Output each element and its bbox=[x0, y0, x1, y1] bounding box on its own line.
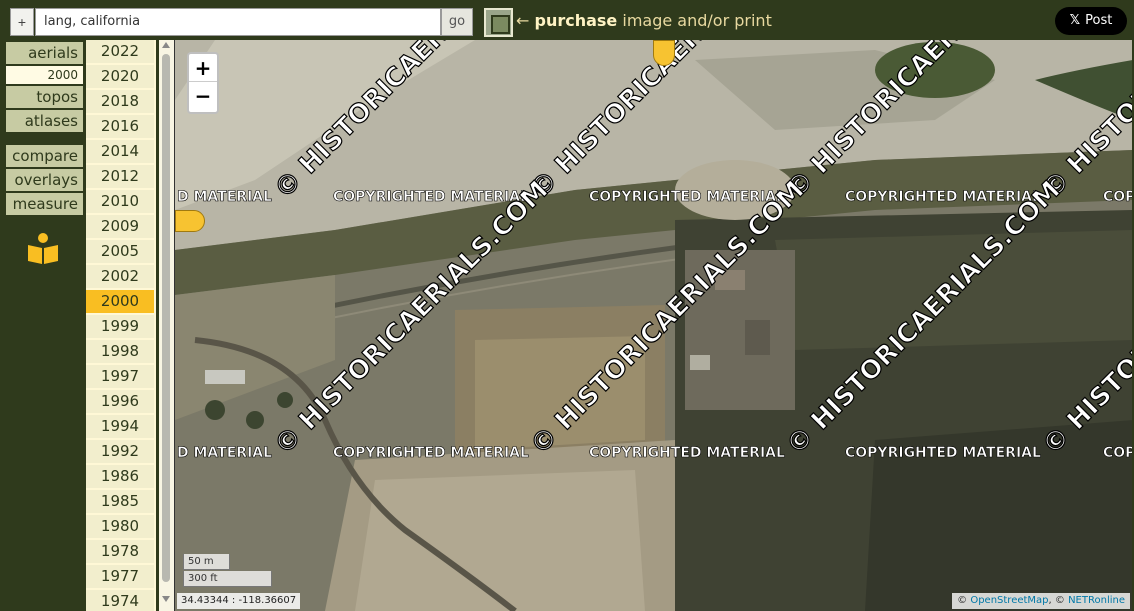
year-1994[interactable]: 1994 bbox=[86, 415, 154, 438]
nav-aerials-current-year[interactable]: 2000 bbox=[6, 66, 83, 84]
year-2005[interactable]: 2005 bbox=[86, 240, 154, 263]
svg-text:COPYRIGHTED MATERIAL: COPYRIGHTED MATERIAL bbox=[333, 445, 529, 461]
year-2022[interactable]: 2022 bbox=[86, 40, 154, 63]
left-navigation: aerials 2000 topos atlases compare overl… bbox=[6, 42, 83, 611]
svg-text:COP: COP bbox=[1103, 445, 1132, 461]
scale-bar-metric: 50 m bbox=[183, 554, 230, 570]
go-button[interactable]: go bbox=[441, 8, 473, 36]
openstreetmap-link[interactable]: OpenStreetMap bbox=[970, 595, 1048, 606]
purchase-frame-icon[interactable] bbox=[484, 8, 513, 37]
nav-overlays[interactable]: overlays bbox=[6, 169, 83, 191]
attribution-prefix: © bbox=[957, 595, 968, 606]
map-marker[interactable] bbox=[175, 210, 205, 232]
year-2016[interactable]: 2016 bbox=[86, 115, 154, 138]
nav-compare[interactable]: compare bbox=[6, 145, 83, 167]
svg-text:COP: COP bbox=[1103, 189, 1132, 205]
zoom-in-button[interactable]: + bbox=[189, 54, 217, 82]
scroll-up-arrow-icon[interactable] bbox=[162, 42, 170, 48]
year-2018[interactable]: 2018 bbox=[86, 90, 154, 113]
year-1977[interactable]: 1977 bbox=[86, 565, 154, 588]
scroll-thumb[interactable] bbox=[162, 54, 170, 582]
aerial-map[interactable]: D MATERIAL COPYRIGHTED MATERIAL COPYRIGH… bbox=[174, 40, 1132, 611]
purchase-label-bold: purchase bbox=[534, 11, 618, 30]
zoom-out-button[interactable]: − bbox=[189, 82, 217, 110]
top-bar: + lang, california go ← purchase image a… bbox=[0, 0, 1134, 42]
year-1974[interactable]: 1974 bbox=[86, 590, 154, 611]
cursor-coordinates: 34.43344 : -118.36607 bbox=[177, 593, 301, 609]
zoom-control: + − bbox=[187, 52, 219, 114]
year-1996[interactable]: 1996 bbox=[86, 390, 154, 413]
svg-text:COPYRIGHTED MATERIAL: COPYRIGHTED MATERIAL bbox=[589, 445, 785, 461]
nav-aerials[interactable]: aerials bbox=[6, 42, 83, 64]
svg-text:COPYRIGHTED MATERIAL: COPYRIGHTED MATERIAL bbox=[333, 189, 529, 205]
attribution-separator: , © bbox=[1048, 595, 1065, 606]
svg-text:D MATERIAL: D MATERIAL bbox=[177, 445, 272, 461]
nav-atlases[interactable]: atlases bbox=[6, 110, 83, 132]
year-list-scrollbar[interactable] bbox=[159, 40, 174, 611]
location-search-input[interactable]: lang, california bbox=[35, 8, 441, 36]
post-label: Post bbox=[1085, 13, 1113, 28]
year-1997[interactable]: 1997 bbox=[86, 365, 154, 388]
x-post-button[interactable]: 𝕏 Post bbox=[1055, 7, 1127, 35]
year-1998[interactable]: 1998 bbox=[86, 340, 154, 363]
map-attribution: © OpenStreetMap, © NETRonline bbox=[952, 593, 1130, 609]
year-list: 2022 2020 2018 2016 2014 2012 2010 2009 2005 2002… bbox=[86, 40, 156, 611]
year-1992[interactable]: 1992 bbox=[86, 440, 154, 463]
netronline-link[interactable]: NETRonline bbox=[1068, 595, 1125, 606]
year-2014[interactable]: 2014 bbox=[86, 140, 154, 163]
nav-topos[interactable]: topos bbox=[6, 86, 83, 108]
year-2009[interactable]: 2009 bbox=[86, 215, 154, 238]
year-1986[interactable]: 1986 bbox=[86, 465, 154, 488]
year-2012[interactable]: 2012 bbox=[86, 165, 154, 188]
aerial-photo: D MATERIAL COPYRIGHTED MATERIAL COPYRIGH… bbox=[175, 40, 1132, 611]
historic-aerials-app: + lang, california go ← purchase image a… bbox=[0, 0, 1134, 611]
left-arrow-icon: ← bbox=[516, 11, 530, 30]
svg-text:COPYRIGHTED MATERIAL: COPYRIGHTED MATERIAL bbox=[845, 189, 1041, 205]
year-2000[interactable]: 2000 bbox=[86, 290, 154, 313]
svg-text:D MATERIAL: D MATERIAL bbox=[177, 189, 272, 205]
year-1980[interactable]: 1980 bbox=[86, 515, 154, 538]
purchase-link[interactable]: ← purchase image and/or print bbox=[516, 11, 772, 30]
year-1985[interactable]: 1985 bbox=[86, 490, 154, 513]
year-2002[interactable]: 2002 bbox=[86, 265, 154, 288]
purchase-label-rest: image and/or print bbox=[622, 11, 772, 30]
scroll-down-arrow-icon[interactable] bbox=[162, 596, 170, 602]
x-logo-icon: 𝕏 bbox=[1069, 13, 1081, 28]
year-2020[interactable]: 2020 bbox=[86, 65, 154, 88]
add-location-button[interactable]: + bbox=[10, 8, 34, 36]
svg-text:COPYRIGHTED MATERIAL: COPYRIGHTED MATERIAL bbox=[845, 445, 1041, 461]
svg-text:COPYRIGHTED MATERIAL: COPYRIGHTED MATERIAL bbox=[589, 189, 785, 205]
year-1978[interactable]: 1978 bbox=[86, 540, 154, 563]
scale-bar-imperial: 300 ft bbox=[183, 571, 272, 587]
open-book-icon[interactable] bbox=[26, 232, 60, 266]
map-marker[interactable] bbox=[653, 40, 675, 66]
year-2010[interactable]: 2010 bbox=[86, 190, 154, 213]
nav-divider bbox=[6, 134, 83, 145]
year-1999[interactable]: 1999 bbox=[86, 315, 154, 338]
nav-measure[interactable]: measure bbox=[6, 193, 83, 215]
